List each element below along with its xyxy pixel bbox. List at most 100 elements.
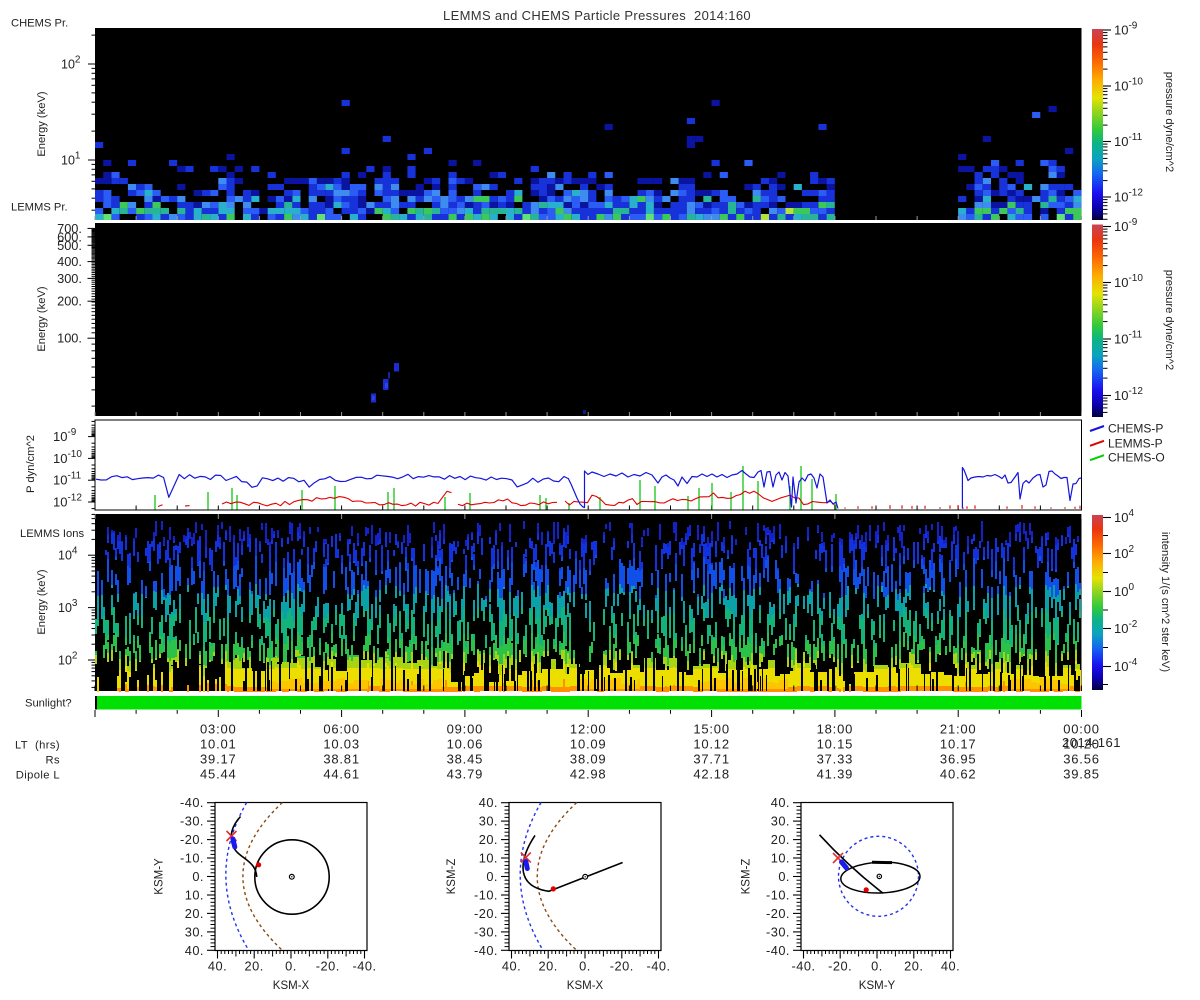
svg-text:38.45: 38.45 xyxy=(447,752,484,767)
svg-text:43.79: 43.79 xyxy=(447,767,484,782)
svg-text:300.: 300. xyxy=(57,271,82,286)
svg-text:-10.: -10. xyxy=(474,888,498,903)
svg-text:100.: 100. xyxy=(57,331,82,346)
svg-text:37.33: 37.33 xyxy=(817,752,854,767)
svg-text:36.95: 36.95 xyxy=(940,752,977,767)
svg-text:18:00: 18:00 xyxy=(817,722,854,737)
svg-text:40.: 40. xyxy=(479,795,498,810)
svg-text:20.: 20. xyxy=(539,959,558,974)
svg-text:-30.: -30. xyxy=(474,924,498,939)
svg-text:10.: 10. xyxy=(185,888,204,903)
svg-text:-30.: -30. xyxy=(180,814,204,829)
svg-text:10-10: 10-10 xyxy=(1114,77,1143,94)
svg-text:10.17: 10.17 xyxy=(940,737,977,752)
svg-text:10-12: 10-12 xyxy=(53,493,82,510)
svg-text:38.09: 38.09 xyxy=(570,752,607,767)
svg-text:Energy (keV): Energy (keV) xyxy=(36,91,48,157)
svg-text:0.: 0. xyxy=(778,869,790,884)
svg-text:10-12: 10-12 xyxy=(1114,188,1143,205)
svg-text:41.39: 41.39 xyxy=(817,767,854,782)
svg-text:10-11: 10-11 xyxy=(53,471,82,488)
svg-text:20.: 20. xyxy=(479,832,498,847)
svg-text:CHEMS-P: CHEMS-P xyxy=(1108,422,1163,436)
svg-text:10.: 10. xyxy=(479,851,498,866)
svg-text:12:00: 12:00 xyxy=(570,722,607,737)
svg-text:40.: 40. xyxy=(941,959,960,974)
svg-text:40.: 40. xyxy=(185,943,204,958)
svg-text:100: 100 xyxy=(1114,582,1134,599)
svg-text:102: 102 xyxy=(58,651,78,668)
svg-text:10-12: 10-12 xyxy=(1114,386,1143,403)
svg-text:39.85: 39.85 xyxy=(1063,767,1100,782)
svg-text:44.61: 44.61 xyxy=(323,767,360,782)
svg-text:10-4: 10-4 xyxy=(1114,657,1138,674)
svg-text:KSM-X: KSM-X xyxy=(273,980,310,992)
svg-text:09:00: 09:00 xyxy=(447,722,484,737)
svg-text:LEMMS and CHEMS Particle Press: LEMMS and CHEMS Particle Pressures 2014:… xyxy=(443,8,751,23)
svg-text:101: 101 xyxy=(61,151,81,168)
svg-text:10-10: 10-10 xyxy=(1114,273,1143,290)
svg-text:LEMMS-P: LEMMS-P xyxy=(1108,436,1163,450)
svg-text:10.: 10. xyxy=(771,851,790,866)
svg-text:10.09: 10.09 xyxy=(570,737,607,752)
svg-text:0.: 0. xyxy=(192,869,204,884)
svg-text:2014-161: 2014-161 xyxy=(1062,735,1121,750)
svg-text:Dipole L: Dipole L xyxy=(16,770,60,782)
svg-text:30.: 30. xyxy=(185,924,204,939)
svg-text:KSM-Z: KSM-Z xyxy=(741,859,753,895)
svg-text:700.: 700. xyxy=(57,221,82,236)
svg-text:20.: 20. xyxy=(771,832,790,847)
svg-text:10-11: 10-11 xyxy=(1114,132,1143,149)
svg-text:0.: 0. xyxy=(486,869,498,884)
svg-text:10.15: 10.15 xyxy=(817,737,854,752)
svg-text:39.17: 39.17 xyxy=(200,752,237,767)
svg-text:102: 102 xyxy=(61,55,81,72)
svg-text:0.: 0. xyxy=(871,959,883,974)
svg-text:10-9: 10-9 xyxy=(1114,217,1138,234)
svg-text:-40.: -40. xyxy=(352,959,376,974)
svg-text:-40.: -40. xyxy=(646,959,670,974)
svg-text:06:00: 06:00 xyxy=(323,722,360,737)
svg-text:20.: 20. xyxy=(904,959,923,974)
svg-text:21:00: 21:00 xyxy=(940,722,977,737)
svg-text:42.98: 42.98 xyxy=(570,767,607,782)
svg-text:KSM-X: KSM-X xyxy=(567,980,604,992)
svg-text:Sunlight?: Sunlight? xyxy=(25,698,72,710)
svg-text:KSM-Z: KSM-Z xyxy=(446,859,458,895)
svg-text:40.: 40. xyxy=(771,795,790,810)
svg-text:03:00: 03:00 xyxy=(200,722,237,737)
svg-text:CHEMS Pr.: CHEMS Pr. xyxy=(11,18,68,30)
svg-text:10.01: 10.01 xyxy=(200,737,237,752)
svg-text:Energy (keV): Energy (keV) xyxy=(36,286,48,352)
svg-text:40.62: 40.62 xyxy=(940,767,977,782)
svg-text:10-10: 10-10 xyxy=(53,449,82,466)
svg-text:400.: 400. xyxy=(57,254,82,269)
svg-text:LEMMS Ions: LEMMS Ions xyxy=(20,528,84,540)
svg-text:200.: 200. xyxy=(57,294,82,309)
svg-text:10-2: 10-2 xyxy=(1114,619,1138,636)
svg-text:-30.: -30. xyxy=(766,924,790,939)
svg-text:38.81: 38.81 xyxy=(323,752,360,767)
svg-text:KSM-Y: KSM-Y xyxy=(154,858,166,895)
svg-text:20.: 20. xyxy=(185,906,204,921)
svg-text:-20.: -20. xyxy=(828,959,852,974)
svg-text:40.: 40. xyxy=(208,959,227,974)
svg-text:-20.: -20. xyxy=(474,906,498,921)
svg-text:pressure dyne/cm^2: pressure dyne/cm^2 xyxy=(1163,270,1175,370)
svg-text:10.03: 10.03 xyxy=(323,737,360,752)
svg-text:10-11: 10-11 xyxy=(1114,330,1143,347)
svg-text:CHEMS-O: CHEMS-O xyxy=(1108,451,1165,465)
svg-text:20.: 20. xyxy=(245,959,264,974)
svg-text:104: 104 xyxy=(1114,508,1134,525)
svg-text:Rs: Rs xyxy=(46,755,60,767)
svg-text:-40.: -40. xyxy=(474,943,498,958)
svg-text:P dyn/cm^2: P dyn/cm^2 xyxy=(25,435,37,493)
svg-text:102: 102 xyxy=(1114,544,1134,561)
svg-text:104: 104 xyxy=(58,546,78,563)
svg-text:-40.: -40. xyxy=(766,943,790,958)
svg-text:30.: 30. xyxy=(479,814,498,829)
svg-text:30.: 30. xyxy=(771,814,790,829)
svg-text:36.56: 36.56 xyxy=(1063,752,1100,767)
svg-text:10.06: 10.06 xyxy=(447,737,484,752)
svg-text:-10.: -10. xyxy=(766,888,790,903)
